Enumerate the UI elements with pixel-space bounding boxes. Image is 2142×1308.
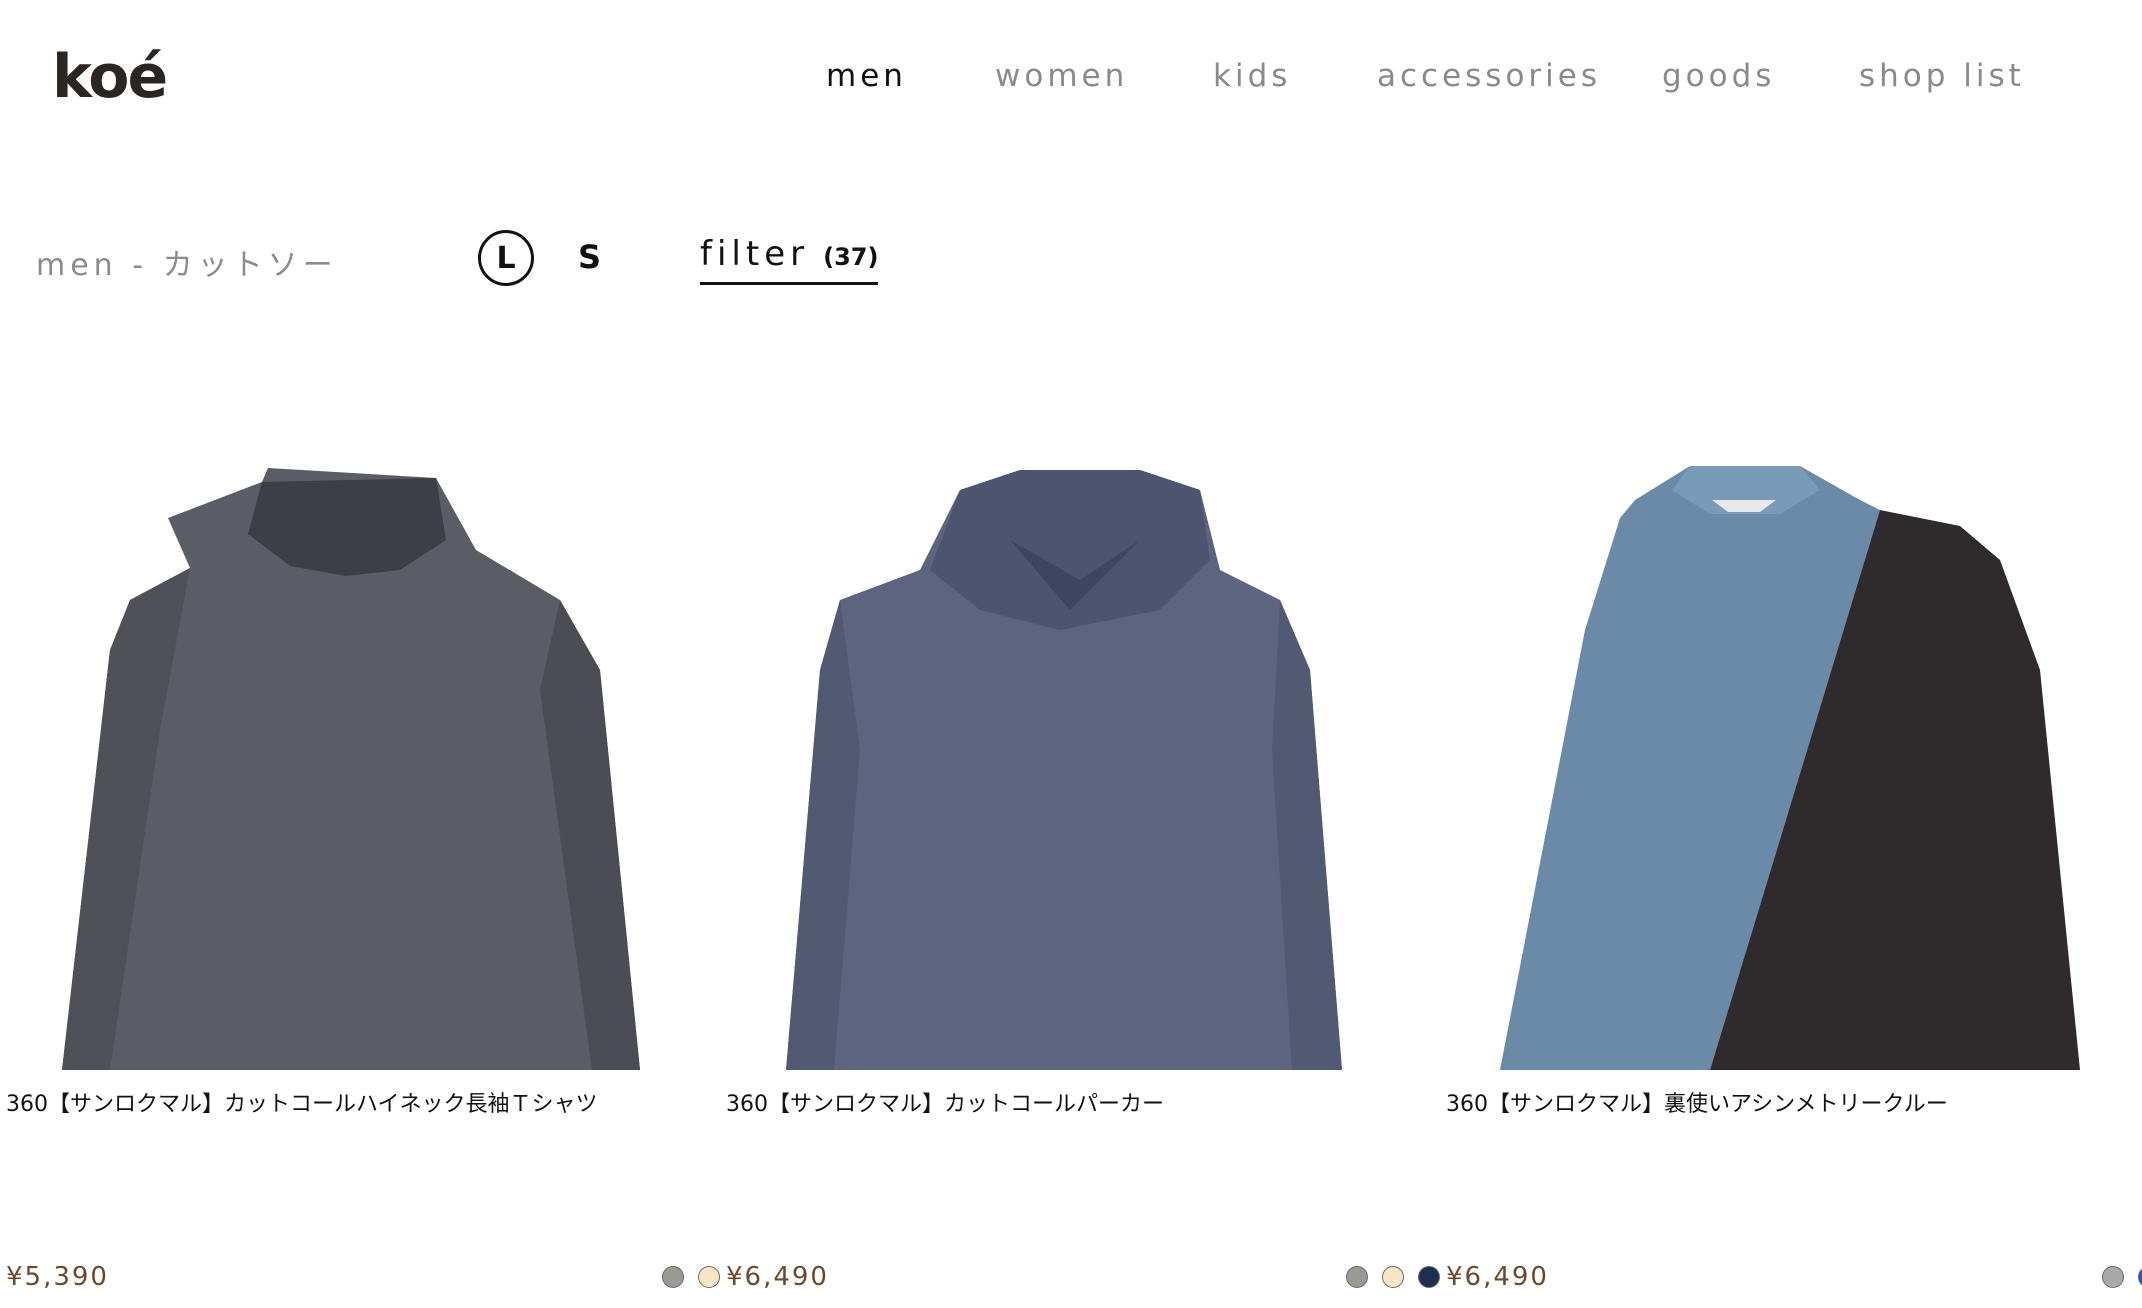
product-title[interactable]: 360【サンロクマル】裏使いアシンメトリークルー [1446, 1086, 1948, 1118]
nav-accessories[interactable]: accessories [1377, 58, 1601, 94]
color-swatches [1346, 1266, 1440, 1288]
product-image[interactable] [0, 430, 720, 1070]
nav-shop-list[interactable]: shop list [1859, 58, 2025, 94]
large-view-toggle[interactable]: L [478, 230, 534, 286]
product-card[interactable]: 360【サンロクマル】裏使いアシンメトリークルー ¥6,490 [1440, 430, 2142, 1308]
product-price: ¥6,490 [726, 1262, 829, 1292]
color-swatches [662, 1266, 720, 1288]
product-title[interactable]: 360【サンロクマル】カットコールパーカー [726, 1086, 1164, 1118]
breadcrumb: men - カットソー [36, 248, 338, 283]
nav-goods[interactable]: goods [1662, 58, 1775, 94]
product-image[interactable] [720, 430, 1440, 1070]
product-image[interactable] [1440, 430, 2142, 1070]
color-swatches [2102, 1266, 2142, 1288]
color-swatch[interactable] [2138, 1266, 2142, 1288]
main-nav: men women kids accessories goods shop li… [0, 58, 2142, 98]
nav-women[interactable]: women [995, 58, 1128, 94]
filter-count: (37) [823, 243, 879, 271]
color-swatch[interactable] [698, 1266, 720, 1288]
small-view-toggle[interactable]: S [578, 238, 601, 276]
nav-kids[interactable]: kids [1213, 58, 1291, 94]
color-swatch[interactable] [2102, 1266, 2124, 1288]
product-card[interactable]: 360【サンロクマル】カットコールハイネック長袖Ｔシャツ ¥5,390 [0, 430, 720, 1308]
color-swatch[interactable] [1418, 1266, 1440, 1288]
large-view-label: L [496, 240, 516, 276]
product-card[interactable]: 360【サンロクマル】カットコールパーカー ¥6,490 [720, 430, 1440, 1308]
product-price: ¥5,390 [6, 1262, 109, 1292]
filter-label: filter [700, 234, 810, 274]
color-swatch[interactable] [1382, 1266, 1404, 1288]
filter-button[interactable]: filter (37) [700, 234, 879, 285]
color-swatch[interactable] [662, 1266, 684, 1288]
nav-men[interactable]: men [826, 58, 907, 94]
product-price: ¥6,490 [1446, 1262, 1549, 1292]
color-swatch[interactable] [1346, 1266, 1368, 1288]
product-title[interactable]: 360【サンロクマル】カットコールハイネック長袖Ｔシャツ [6, 1086, 598, 1118]
